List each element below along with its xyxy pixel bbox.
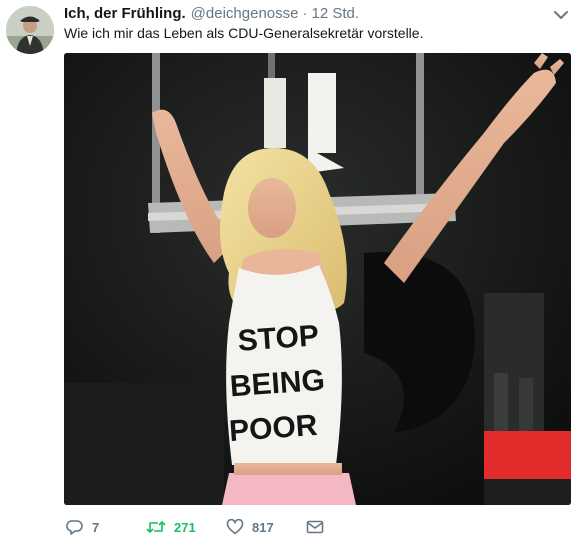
separator-dot: · bbox=[302, 5, 308, 22]
reply-icon bbox=[66, 520, 83, 535]
tweet-menu-button[interactable] bbox=[553, 8, 569, 20]
retweet-count: 271 bbox=[174, 519, 196, 535]
author-avatar[interactable] bbox=[6, 6, 54, 54]
retweet-icon bbox=[146, 520, 166, 534]
shirt-line-2: BEING bbox=[229, 364, 326, 404]
like-button[interactable]: 817 bbox=[226, 516, 274, 538]
tweet-header: Ich, der Frühling. @deichgenosse · 12 St… bbox=[64, 4, 359, 24]
direct-message-button[interactable] bbox=[306, 516, 332, 538]
heart-icon bbox=[226, 519, 244, 535]
tweet-photo: STOP BEING POOR bbox=[64, 53, 571, 505]
author-name[interactable]: Ich, der Frühling. bbox=[64, 4, 186, 24]
reply-button[interactable]: 7 bbox=[66, 516, 99, 538]
tweet-timestamp[interactable]: 12 Std. bbox=[311, 4, 359, 24]
envelope-icon bbox=[306, 520, 324, 534]
author-handle[interactable]: @deichgenosse bbox=[191, 4, 299, 24]
tweet-actions: 7 271 817 bbox=[64, 516, 364, 538]
shirt-line-3: POOR bbox=[228, 409, 319, 448]
tweet-text: Wie ich mir das Leben als CDU-Generalsek… bbox=[64, 25, 424, 41]
tweet-media[interactable]: STOP BEING POOR bbox=[64, 53, 571, 505]
reply-count: 7 bbox=[92, 519, 100, 535]
chevron-down-icon bbox=[554, 11, 568, 19]
like-count: 817 bbox=[252, 519, 274, 535]
avatar-image bbox=[6, 6, 54, 54]
shirt-line-1: STOP bbox=[237, 319, 320, 358]
retweet-button[interactable]: 271 bbox=[146, 516, 196, 538]
